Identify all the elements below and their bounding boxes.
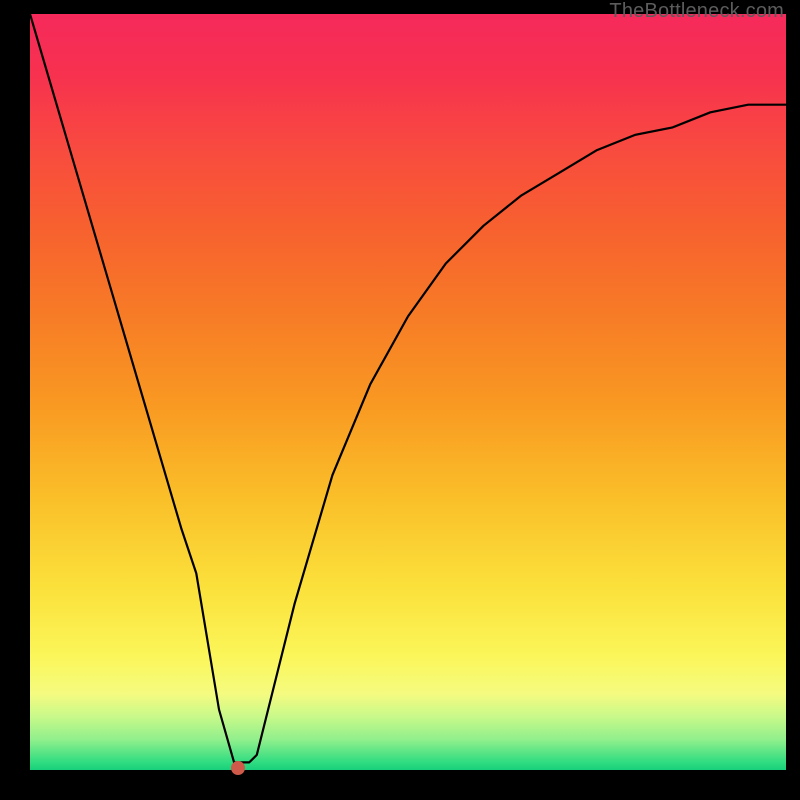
watermark-text: TheBottleneck.com [609,0,784,23]
bottleneck-curve [30,14,786,770]
marker-dot [231,761,245,775]
plot-area [30,14,786,770]
chart-frame: TheBottleneck.com [0,0,800,800]
